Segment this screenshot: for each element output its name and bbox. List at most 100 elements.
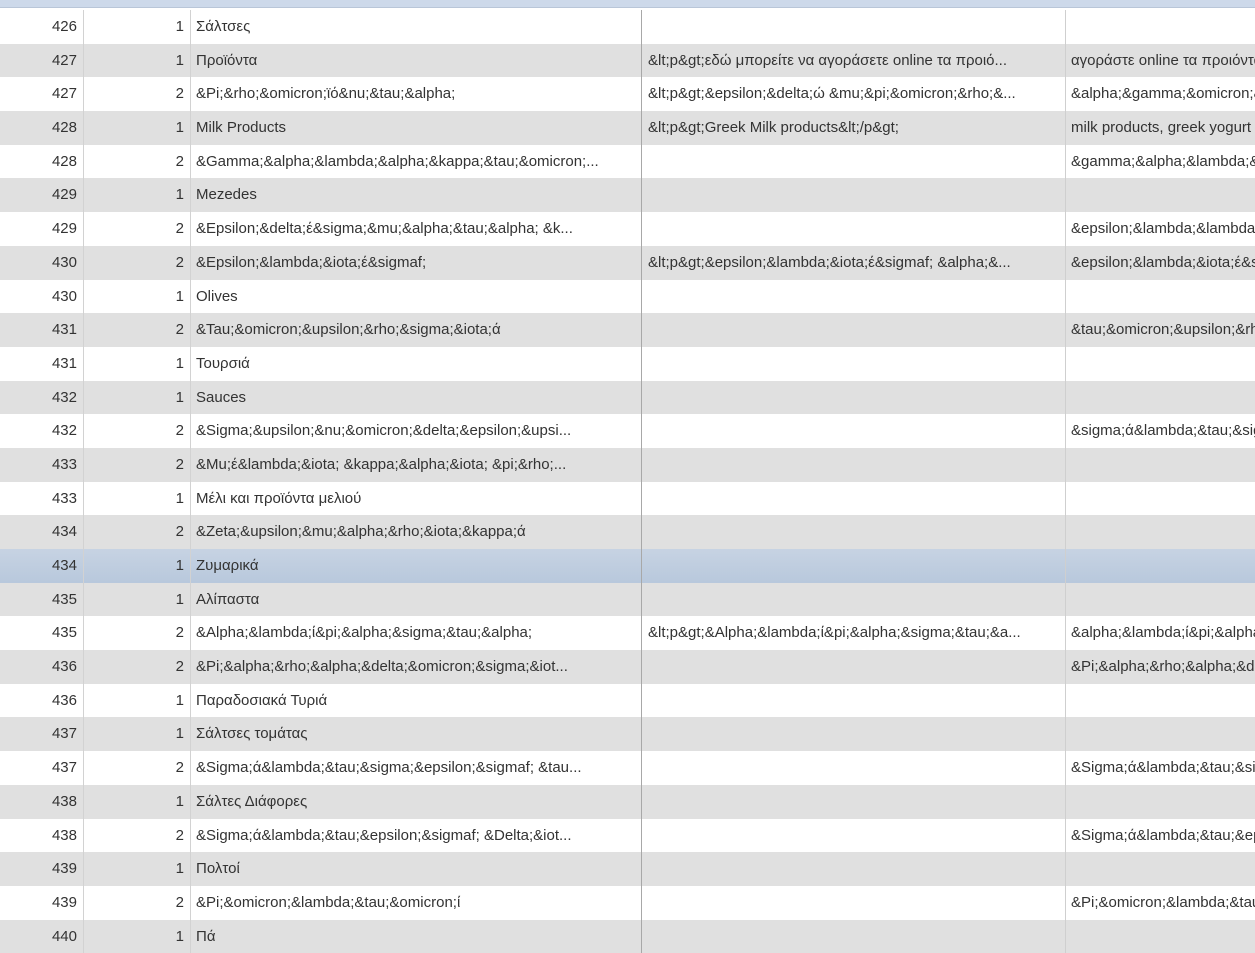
cell-id[interactable]: 428: [0, 144, 84, 179]
cell-description[interactable]: [642, 751, 1066, 785]
cell-meta-keywords[interactable]: [1066, 280, 1255, 314]
cell-lang-id[interactable]: 2: [84, 616, 191, 651]
cell-id[interactable]: 429: [0, 212, 84, 246]
cell-meta-keywords[interactable]: &tau;&omicron;&upsilon;&rho;&sigma;: [1066, 313, 1255, 347]
cell-id[interactable]: 438: [0, 784, 84, 819]
cell-id[interactable]: 438: [0, 818, 84, 853]
cell-meta-keywords[interactable]: [1066, 852, 1255, 886]
cell-id[interactable]: 427: [0, 77, 84, 112]
table-row[interactable]: 438 2 &Sigma;ά&lambda;&tau;&epsilon;&sigma…: [0, 818, 1255, 853]
cell-meta-keywords[interactable]: &Pi;&omicron;&lambda;&tau;&omicron;ί: [1066, 886, 1255, 920]
cell-lang-id[interactable]: 1: [84, 582, 191, 617]
cell-lang-id[interactable]: 1: [84, 717, 191, 752]
cell-lang-id[interactable]: 2: [84, 212, 191, 246]
cell-lang-id[interactable]: 1: [84, 919, 191, 953]
table-row[interactable]: 427 1 Προϊόντα &lt;p&gt;εδώ μπορείτε να αγο…: [0, 43, 1255, 78]
cell-description[interactable]: [642, 683, 1066, 718]
table-row[interactable]: 436 1 Παραδοσιακά Τυριά: [0, 683, 1255, 718]
cell-lang-id[interactable]: 1: [84, 481, 191, 516]
cell-lang-id[interactable]: 1: [84, 279, 191, 314]
table-row[interactable]: 432 1 Sauces: [0, 380, 1255, 415]
table-row[interactable]: 435 1 Αλίπαστα: [0, 582, 1255, 617]
cell-id[interactable]: 431: [0, 346, 84, 381]
cell-name[interactable]: Olives: [191, 279, 642, 314]
cell-description[interactable]: [642, 414, 1066, 448]
table-row[interactable]: 440 1 Πά: [0, 919, 1255, 953]
cell-id[interactable]: 436: [0, 650, 84, 684]
cell-meta-keywords[interactable]: [1066, 583, 1255, 617]
cell-name[interactable]: &Pi;&rho;&omicron;ϊό&nu;&tau;&alpha;: [191, 77, 642, 112]
table-row[interactable]: 429 1 Mezedes: [0, 178, 1255, 213]
cell-lang-id[interactable]: 2: [84, 885, 191, 920]
cell-lang-id[interactable]: 1: [84, 178, 191, 213]
cell-meta-keywords[interactable]: &epsilon;&lambda;&lambda;&eta;: [1066, 212, 1255, 246]
cell-id[interactable]: 435: [0, 582, 84, 617]
cell-description[interactable]: [642, 549, 1066, 583]
cell-meta-keywords[interactable]: &gamma;&alpha;&lambda;&alpha;: [1066, 145, 1255, 179]
table-row[interactable]: 430 2 &Epsilon;&lambda;&iota;έ&sigmaf; &lt;…: [0, 245, 1255, 280]
cell-description[interactable]: &lt;p&gt;&Alpha;&lambda;ί&pi;&alpha;&sig…: [642, 616, 1066, 651]
cell-description[interactable]: [642, 515, 1066, 549]
cell-id[interactable]: 440: [0, 919, 84, 953]
table-row[interactable]: 426 1 Σάλτσες: [0, 10, 1255, 44]
table-row[interactable]: 436 2 &Pi;&alpha;&rho;&alpha;&delta;&omicr…: [0, 650, 1255, 684]
cell-lang-id[interactable]: 1: [84, 784, 191, 819]
cell-meta-keywords[interactable]: [1066, 347, 1255, 381]
cell-id[interactable]: 432: [0, 380, 84, 415]
cell-id[interactable]: 436: [0, 683, 84, 718]
table-row[interactable]: 439 2 &Pi;&omicron;&lambda;&tau;&omicron;ί…: [0, 885, 1255, 920]
cell-description[interactable]: [642, 212, 1066, 246]
cell-meta-keywords[interactable]: &Sigma;ά&lambda;&tau;&sigma;: [1066, 751, 1255, 785]
cell-description[interactable]: [642, 10, 1066, 44]
table-row[interactable]: 429 2 &Epsilon;&delta;έ&sigma;&mu;&alpha;&…: [0, 212, 1255, 246]
cell-description[interactable]: [642, 885, 1066, 920]
table-row[interactable]: 432 2 &Sigma;&upsilon;&nu;&omicron;&delta;…: [0, 414, 1255, 448]
cell-id[interactable]: 437: [0, 751, 84, 785]
cell-lang-id[interactable]: 1: [84, 549, 191, 583]
table-row[interactable]: 433 2 &Mu;έ&lambda;&iota; &kappa;&alpha;&i…: [0, 447, 1255, 482]
cell-meta-keywords[interactable]: [1066, 920, 1255, 953]
table-row-selected[interactable]: 434 1 Ζυμαρικά: [0, 549, 1255, 583]
cell-name[interactable]: &Gamma;&alpha;&lambda;&alpha;&kappa;&tau…: [191, 144, 642, 179]
cell-name[interactable]: Milk Products: [191, 111, 642, 145]
cell-name[interactable]: Πολτοί: [191, 852, 642, 886]
cell-name[interactable]: &Alpha;&lambda;ί&pi;&alpha;&sigma;&tau;&…: [191, 616, 642, 651]
table-row[interactable]: 431 2 &Tau;&omicron;&upsilon;&rho;&sigma;&…: [0, 313, 1255, 347]
cell-id[interactable]: 433: [0, 481, 84, 516]
cell-meta-keywords[interactable]: &alpha;&lambda;ί&pi;&alpha;&sigma;: [1066, 616, 1255, 650]
cell-name[interactable]: Σάλτες Διάφορες: [191, 784, 642, 819]
cell-description[interactable]: [642, 717, 1066, 752]
cell-meta-keywords[interactable]: milk products, greek yogurt: [1066, 111, 1255, 145]
cell-meta-keywords[interactable]: &epsilon;&lambda;&iota;έ&sigmaf;: [1066, 246, 1255, 280]
cell-name[interactable]: Σάλτσες τομάτας: [191, 717, 642, 752]
cell-description[interactable]: [642, 650, 1066, 684]
cell-meta-keywords[interactable]: [1066, 785, 1255, 819]
cell-description[interactable]: [642, 919, 1066, 953]
cell-name[interactable]: &Epsilon;&delta;έ&sigma;&mu;&alpha;&tau;…: [191, 212, 642, 246]
cell-meta-keywords[interactable]: αγοράστε online τα προιόντα: [1066, 44, 1255, 78]
table-row[interactable]: 434 2 &Zeta;&upsilon;&mu;&alpha;&rho;&iota…: [0, 515, 1255, 549]
cell-description[interactable]: [642, 313, 1066, 347]
cell-lang-id[interactable]: 2: [84, 751, 191, 785]
cell-meta-keywords[interactable]: [1066, 684, 1255, 718]
cell-id[interactable]: 430: [0, 245, 84, 280]
cell-id[interactable]: 439: [0, 885, 84, 920]
cell-lang-id[interactable]: 2: [84, 447, 191, 482]
cell-name[interactable]: &Pi;&alpha;&rho;&alpha;&delta;&omicron;&…: [191, 650, 642, 684]
cell-description[interactable]: [642, 380, 1066, 415]
cell-meta-keywords[interactable]: [1066, 381, 1255, 415]
table-row[interactable]: 427 2 &Pi;&rho;&omicron;ϊό&nu;&tau;&alpha;…: [0, 77, 1255, 112]
cell-lang-id[interactable]: 1: [84, 43, 191, 78]
cell-name[interactable]: Προϊόντα: [191, 43, 642, 78]
cell-description[interactable]: &lt;p&gt;εδώ μπορείτε να αγοράσετε onlin…: [642, 43, 1066, 78]
table-row[interactable]: 430 1 Olives: [0, 279, 1255, 314]
cell-meta-keywords[interactable]: [1066, 515, 1255, 549]
cell-description[interactable]: [642, 852, 1066, 886]
cell-meta-keywords[interactable]: &Sigma;ά&lambda;&tau;&epsilon;: [1066, 819, 1255, 853]
cell-name[interactable]: Ζυμαρικά: [191, 549, 642, 583]
cell-description[interactable]: [642, 481, 1066, 516]
table-row[interactable]: 438 1 Σάλτες Διάφορες: [0, 784, 1255, 819]
cell-description[interactable]: [642, 144, 1066, 179]
cell-lang-id[interactable]: 2: [84, 77, 191, 112]
cell-name[interactable]: &Tau;&omicron;&upsilon;&rho;&sigma;&iota…: [191, 313, 642, 347]
